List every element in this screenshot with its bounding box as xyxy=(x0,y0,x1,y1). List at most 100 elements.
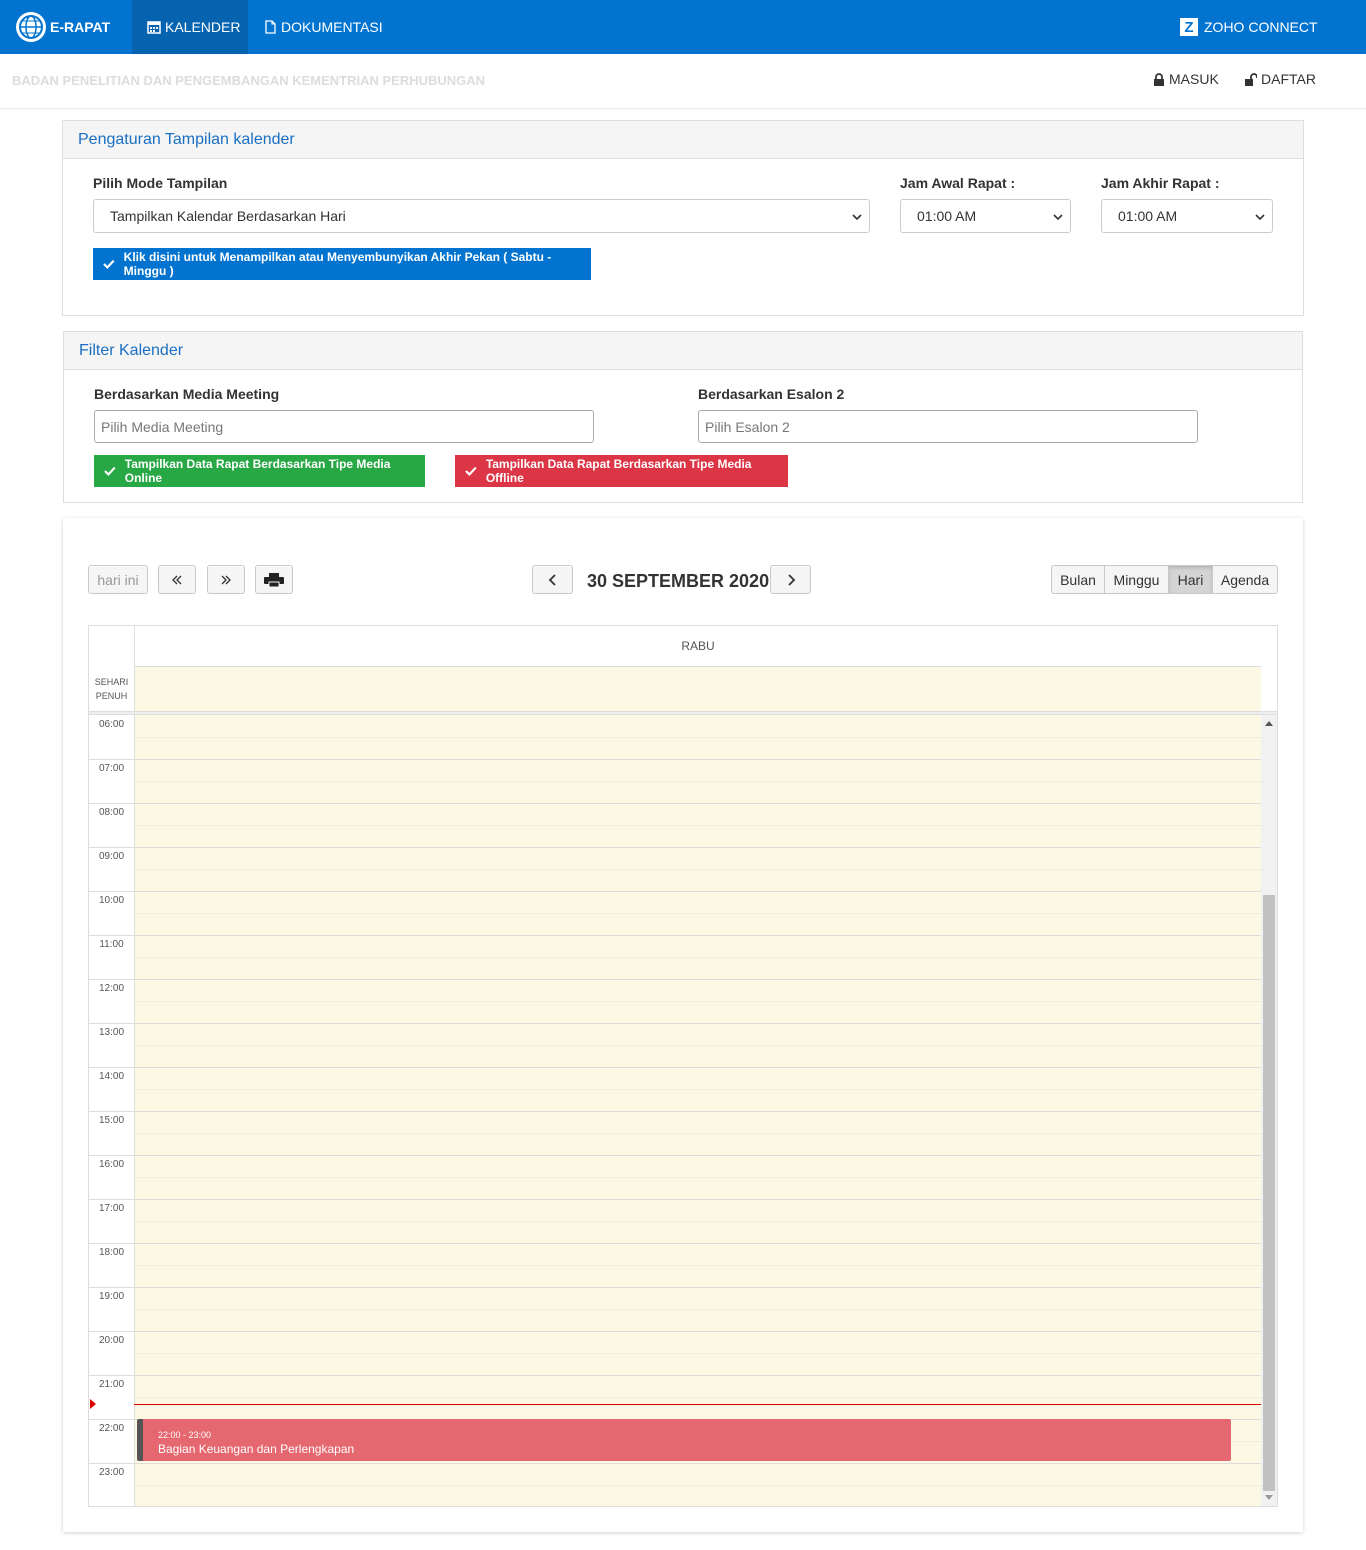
hour-line xyxy=(89,935,1261,936)
today-button[interactable]: hari ini xyxy=(88,565,148,594)
sub-header: BADAN PENELITIAN DAN PENGEMBANGAN KEMENT… xyxy=(0,54,1366,109)
vertical-scrollbar[interactable] xyxy=(1261,715,1277,1506)
time-slot-label: 21:00 xyxy=(98,1379,125,1390)
chevron-down-icon xyxy=(852,214,862,221)
start-time-value: 01:00 AM xyxy=(917,208,977,224)
allday-slot[interactable] xyxy=(134,667,1261,711)
now-indicator-line xyxy=(134,1404,1261,1405)
half-hour-line xyxy=(134,1133,1261,1134)
chevron-down-icon xyxy=(1053,214,1063,221)
hour-line xyxy=(89,1463,1261,1464)
check-icon xyxy=(104,466,116,476)
mode-select[interactable]: Tampilkan Kalendar Berdasarkan Hari xyxy=(93,199,870,233)
view-month-button[interactable]: Bulan xyxy=(1051,565,1105,594)
time-slot-label: 10:00 xyxy=(98,895,125,906)
scroll-up-arrow-icon[interactable] xyxy=(1265,721,1273,726)
time-slot-label: 09:00 xyxy=(98,851,125,862)
day-header: RABU xyxy=(134,626,1261,667)
brand[interactable]: E-RAPAT xyxy=(16,10,110,44)
half-hour-line xyxy=(134,913,1261,914)
prev-year-button[interactable] xyxy=(158,565,196,594)
login-link[interactable]: MASUK xyxy=(1153,71,1219,87)
check-icon xyxy=(465,466,477,476)
half-hour-line xyxy=(134,1045,1261,1046)
end-time-label: Jam Akhir Rapat : xyxy=(1101,175,1220,191)
media-filter-placeholder: Pilih Media Meeting xyxy=(101,418,224,435)
time-grid-scroller[interactable]: 06:00 07:00 08:00 09:00 10:00 11:00 12:00 13:00… xyxy=(89,715,1277,1506)
end-time-value: 01:00 AM xyxy=(1118,208,1178,224)
view-agenda-button[interactable]: Agenda xyxy=(1212,565,1278,594)
top-navbar: E-RAPAT KALENDER DOKUMENTASI Z ZOHO CONN… xyxy=(0,0,1366,54)
end-time-select[interactable]: 01:00 AM xyxy=(1101,199,1273,233)
next-year-button[interactable] xyxy=(207,565,245,594)
register-link[interactable]: DAFTAR xyxy=(1245,71,1316,87)
esalon-filter-label: Berdasarkan Esalon 2 xyxy=(698,386,845,402)
next-day-button[interactable] xyxy=(770,565,811,594)
hour-line xyxy=(89,1067,1261,1068)
hour-line xyxy=(89,847,1261,848)
view-week-button[interactable]: Minggu xyxy=(1104,565,1169,594)
nav-item-dokumentasi[interactable]: DOKUMENTASI xyxy=(264,0,383,54)
chevron-down-icon xyxy=(1255,214,1265,221)
hour-line xyxy=(89,1287,1261,1288)
start-time-label: Jam Awal Rapat : xyxy=(900,175,1016,191)
hour-line xyxy=(89,1199,1261,1200)
filter-panel-title: Filter Kalender xyxy=(64,332,1302,370)
now-indicator-arrow xyxy=(90,1399,96,1409)
half-hour-line xyxy=(134,869,1261,870)
half-hour-line xyxy=(134,1089,1261,1090)
time-slot-label: 20:00 xyxy=(98,1335,125,1346)
event-title: Bagian Keuangan dan Perlengkapan xyxy=(158,1442,355,1456)
calendar-day-grid: RABU SEHARI PENUH 06:00 07:00 08:00 09:00 10… xyxy=(88,625,1278,1507)
globe-logo-icon xyxy=(16,12,46,42)
esalon-filter-input[interactable]: Pilih Esalon 2 xyxy=(698,410,1198,443)
start-time-select[interactable]: 01:00 AM xyxy=(900,199,1071,233)
hour-line xyxy=(89,1243,1261,1244)
zoho-connect-link[interactable]: Z ZOHO CONNECT xyxy=(1180,0,1318,54)
time-slot-label: 15:00 xyxy=(98,1115,125,1126)
half-hour-line xyxy=(134,1353,1261,1354)
time-slot-label: 19:00 xyxy=(98,1291,125,1302)
view-day-button[interactable]: Hari xyxy=(1168,565,1213,594)
organization-name: BADAN PENELITIAN DAN PENGEMBANGAN KEMENT… xyxy=(12,73,486,88)
brand-name: E-RAPAT xyxy=(50,19,111,35)
hour-line xyxy=(89,803,1261,804)
chevron-left-icon xyxy=(548,573,556,586)
hour-line xyxy=(89,1023,1261,1024)
scrollbar-thumb[interactable] xyxy=(1263,895,1275,1491)
calendar-event[interactable]: 22:00 - 23:00 Bagian Keuangan dan Perlen… xyxy=(137,1419,1231,1461)
nav-item-kalender[interactable]: KALENDER xyxy=(132,0,248,54)
time-slot-label: 13:00 xyxy=(98,1027,125,1038)
toggle-weekend-button[interactable]: Klik disini untuk Menampilkan atau Menye… xyxy=(93,248,591,280)
filter-online-label: Tampilkan Data Rapat Berdasarkan Tipe Me… xyxy=(124,457,391,485)
allday-label-line: PENUH xyxy=(95,691,128,701)
calendar-title: 30 SEPTEMBER 2020 xyxy=(587,571,770,591)
half-hour-line xyxy=(134,1001,1261,1002)
zoho-icon: Z xyxy=(1180,18,1198,36)
toggle-weekend-label: Klik disini untuk Menampilkan atau Menye… xyxy=(123,250,552,278)
half-hour-line xyxy=(134,737,1261,738)
today-label: hari ini xyxy=(97,571,139,588)
scroll-down-arrow-icon[interactable] xyxy=(1265,1495,1273,1500)
mode-label: Pilih Mode Tampilan xyxy=(93,175,228,191)
lock-icon xyxy=(1154,72,1164,86)
media-filter-input[interactable]: Pilih Media Meeting xyxy=(94,410,594,443)
allday-label-line: SEHARI xyxy=(94,677,129,687)
half-hour-line xyxy=(134,1265,1261,1266)
time-slot-label: 08:00 xyxy=(98,807,125,818)
login-label: MASUK xyxy=(1169,71,1219,87)
print-button[interactable] xyxy=(255,565,293,594)
half-hour-line xyxy=(134,1397,1261,1398)
esalon-filter-placeholder: Pilih Esalon 2 xyxy=(705,418,790,435)
half-hour-line xyxy=(134,1221,1261,1222)
filter-offline-label: Tampilkan Data Rapat Berdasarkan Tipe Me… xyxy=(485,457,752,485)
filter-offline-button[interactable]: Tampilkan Data Rapat Berdasarkan Tipe Me… xyxy=(455,455,788,487)
nav-item-label: KALENDER xyxy=(165,19,241,35)
double-chevron-right-icon xyxy=(221,575,231,584)
event-time: 22:00 - 23:00 xyxy=(158,1430,212,1440)
prev-day-button[interactable] xyxy=(532,565,573,594)
half-hour-line xyxy=(134,1309,1261,1310)
time-slot-label: 11:00 xyxy=(99,939,124,950)
hour-line xyxy=(89,1111,1261,1112)
filter-online-button[interactable]: Tampilkan Data Rapat Berdasarkan Tipe Me… xyxy=(94,455,425,487)
